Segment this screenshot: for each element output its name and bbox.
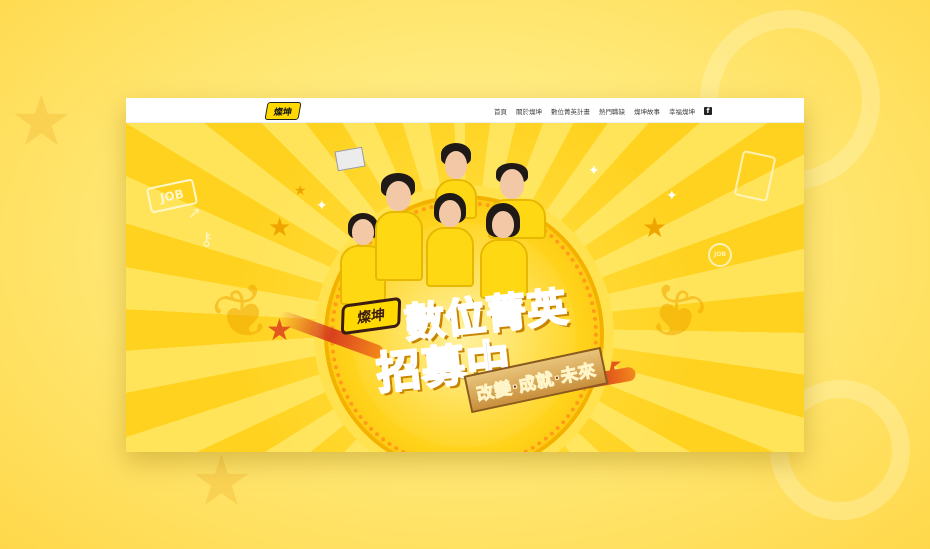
website-preview: 燦坤 首頁 關於燦坤 數位菁英計畫 熱門職缺 燦坤故事 幸福燦坤 f ❦ ❦ J… (126, 98, 804, 452)
background-star-icon: ★ (10, 80, 73, 162)
key-icon: ⚷ (200, 229, 214, 250)
background-star-icon: ★ (190, 440, 253, 522)
nav-item-home[interactable]: 首頁 (494, 106, 507, 116)
brand-logo[interactable]: 燦坤 (264, 102, 302, 120)
star-icon: ★ (268, 213, 292, 243)
star-icon: ★ (294, 183, 307, 199)
nav-item-hot-jobs[interactable]: 熱門職缺 (599, 106, 625, 116)
laptop-icon (334, 146, 366, 172)
nav-item-about[interactable]: 關於燦坤 (516, 106, 542, 116)
nav-menu: 首頁 關於燦坤 數位菁英計畫 熱門職缺 燦坤故事 幸福燦坤 f (494, 98, 712, 123)
nav-item-happiness[interactable]: 幸福燦坤 (669, 106, 695, 116)
nav-item-digital-elite[interactable]: 數位菁英計畫 (551, 106, 590, 116)
nav-item-stories[interactable]: 燦坤故事 (634, 106, 660, 116)
facebook-icon[interactable]: f (704, 106, 712, 115)
cursor-icon: ➚ (188, 203, 202, 222)
star-icon: ★ (642, 211, 668, 244)
sparkle-icon: ✦ (316, 198, 328, 214)
sparkle-icon: ✦ (588, 163, 600, 179)
sparkle-icon: ✦ (666, 188, 678, 204)
job-search-icon: JOB (708, 243, 732, 267)
hero-banner: ❦ ❦ JOB ➚ ⚷ JOB ★ ★ ★ ★ ★ ✦ ✦ ✦ (126, 123, 804, 452)
navigation-bar: 燦坤 首頁 關於燦坤 數位菁英計畫 熱門職缺 燦坤故事 幸福燦坤 f (126, 98, 804, 123)
